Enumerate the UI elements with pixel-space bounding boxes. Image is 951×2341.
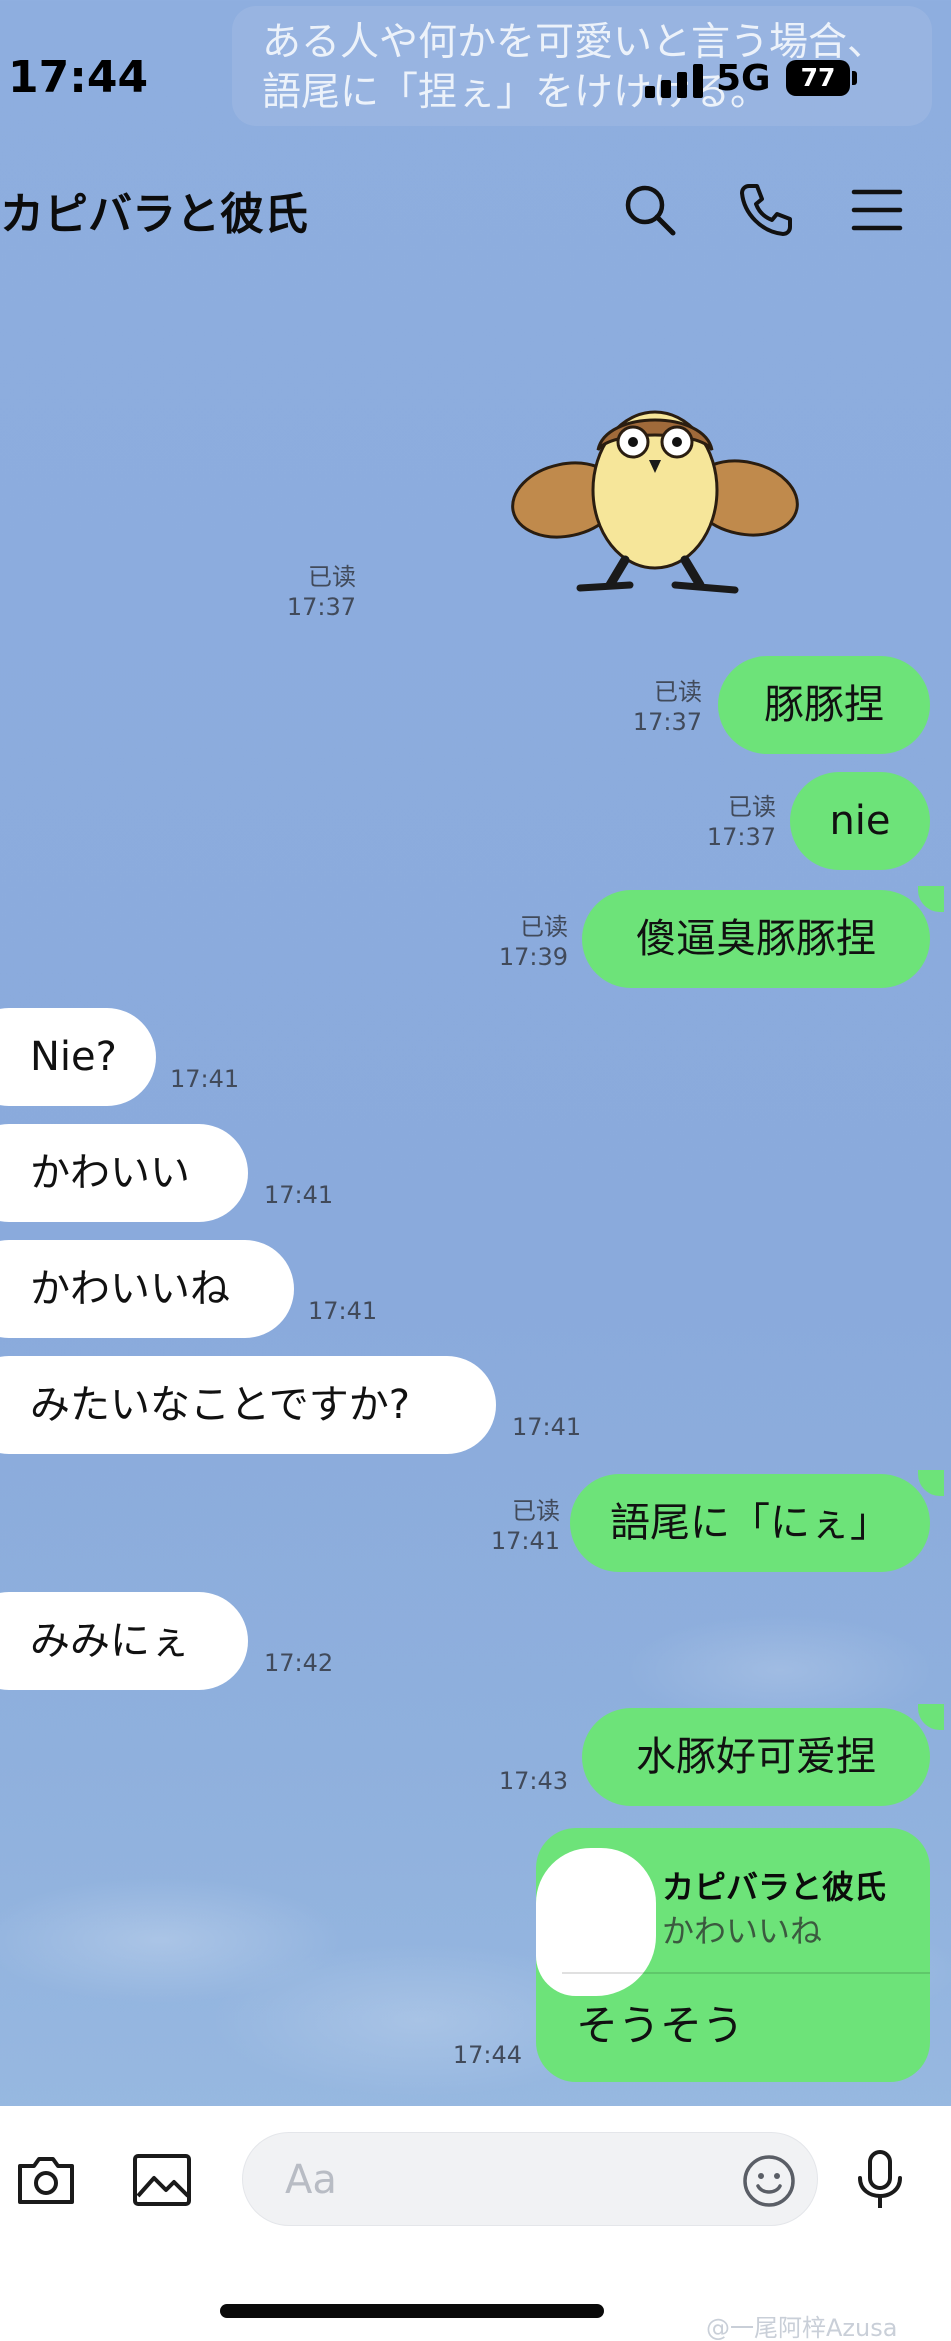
- battery-tip: [852, 71, 857, 85]
- emoji-icon[interactable]: [741, 2153, 797, 2209]
- read-receipt: 已读 17:39: [498, 913, 568, 971]
- read-receipt: 已读 17:41: [490, 1497, 560, 1555]
- read-receipt: 已读 17:37: [286, 563, 356, 621]
- sparrow-sticker[interactable]: [510, 380, 800, 600]
- status-time: 17:44: [8, 52, 149, 103]
- message-time: 17:41: [170, 1065, 240, 1093]
- incoming-message[interactable]: Nie?: [0, 1008, 156, 1106]
- search-icon[interactable]: [620, 180, 680, 240]
- message-input[interactable]: [285, 2155, 705, 2205]
- reply-divider: [562, 1972, 930, 1974]
- battery-icon: 77: [786, 60, 850, 96]
- chat-title: カピバラと彼氏: [0, 189, 308, 240]
- message-time: 17:42: [264, 1649, 334, 1677]
- message-time: 17:44: [452, 2041, 522, 2069]
- read-receipt: 已读 17:37: [632, 678, 702, 736]
- network-type: 5G: [716, 58, 771, 99]
- reply-text: そうそう: [576, 2001, 745, 2050]
- message-time: 17:43: [498, 1767, 568, 1795]
- outgoing-message[interactable]: 傻逼臭豚豚捏: [582, 890, 930, 988]
- outgoing-message[interactable]: nie: [790, 772, 930, 870]
- reply-quoted-name: カピバラと彼氏: [662, 1868, 887, 1906]
- reply-quoted-text: かわいいね: [662, 1912, 823, 1950]
- message-input-field[interactable]: [242, 2132, 818, 2226]
- bubble-tail: [918, 1704, 944, 1730]
- menu-icon[interactable]: [848, 180, 908, 240]
- phone-icon[interactable]: [735, 180, 795, 240]
- incoming-message[interactable]: みみにぇ: [0, 1592, 248, 1690]
- incoming-message[interactable]: かわいい: [0, 1124, 248, 1222]
- camera-icon[interactable]: [14, 2148, 78, 2212]
- home-indicator: [220, 2304, 604, 2318]
- read-receipt: 已读 17:37: [706, 793, 776, 851]
- image-icon[interactable]: [130, 2148, 194, 2212]
- mic-icon[interactable]: [848, 2148, 912, 2212]
- bubble-tail: [918, 886, 944, 912]
- outgoing-message[interactable]: 水豚好可爱捏: [582, 1708, 930, 1806]
- incoming-message[interactable]: みたいなことですか?: [0, 1356, 496, 1454]
- battery-level: 77: [800, 63, 836, 92]
- outgoing-message[interactable]: 豚豚捏: [718, 656, 930, 754]
- watermark: @一尾阿梓Azusa: [706, 2314, 898, 2341]
- bubble-tail: [918, 1470, 944, 1496]
- message-time: 17:41: [264, 1181, 334, 1209]
- message-time: 17:41: [512, 1413, 582, 1441]
- incoming-message[interactable]: かわいいね: [0, 1240, 294, 1338]
- cellular-signal-icon: [645, 62, 707, 98]
- outgoing-message[interactable]: 語尾に「にぇ」: [570, 1474, 930, 1572]
- message-time: 17:41: [308, 1297, 378, 1325]
